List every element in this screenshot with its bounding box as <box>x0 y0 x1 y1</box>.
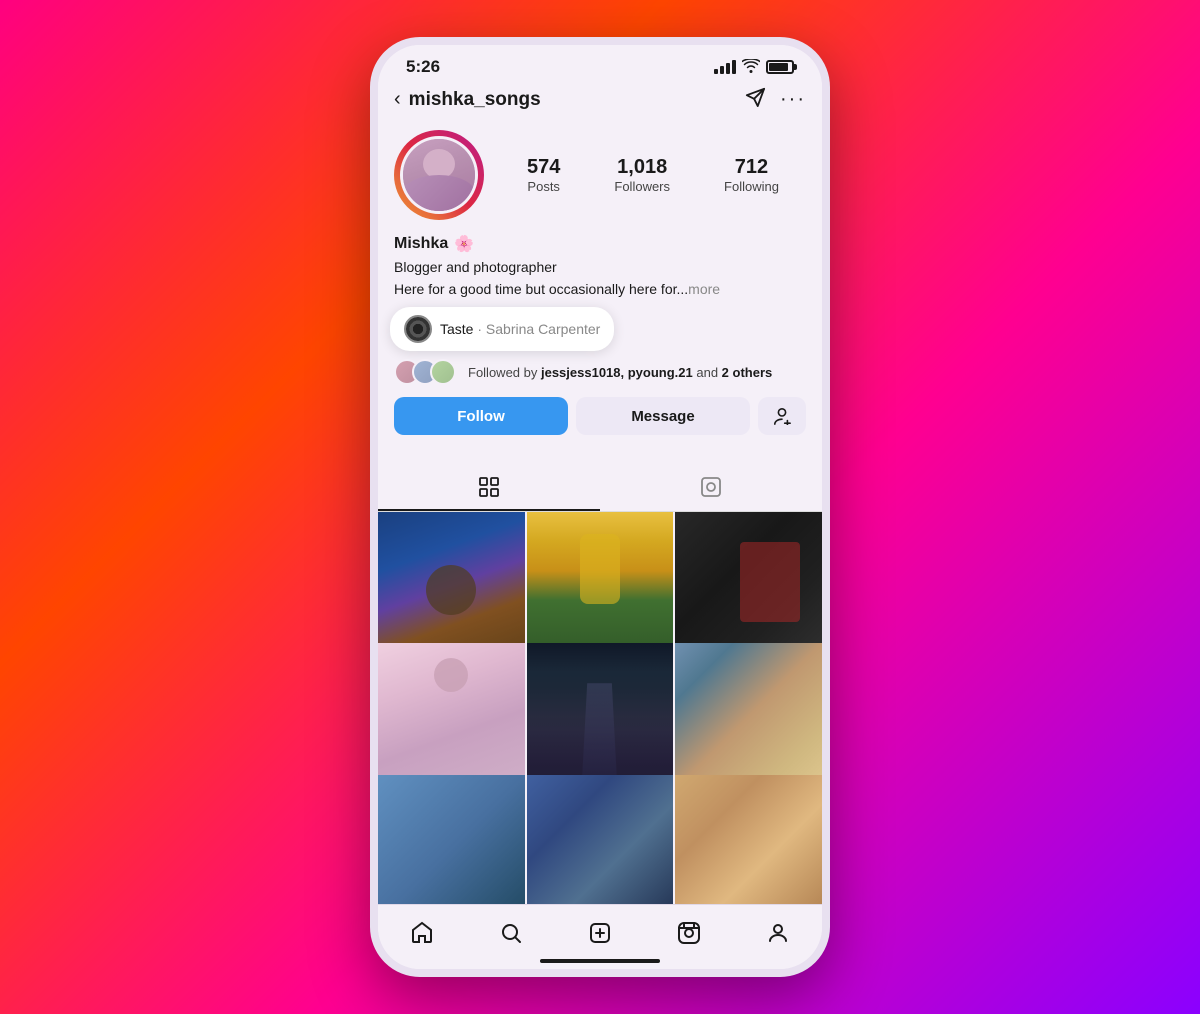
header-left: ‹ mishka_songs <box>394 88 541 111</box>
profile-username: mishka_songs <box>409 89 541 111</box>
posts-stat[interactable]: 574 Posts <box>527 156 560 194</box>
music-separator: · <box>477 321 486 337</box>
grid-cell-6[interactable] <box>675 643 822 790</box>
bio-line2: Here for a good time but occasionally he… <box>394 280 806 300</box>
message-button[interactable]: Message <box>576 397 750 435</box>
avatar-ring <box>394 130 484 220</box>
profile-icon <box>766 921 790 945</box>
grid-cell-8[interactable] <box>527 775 674 904</box>
battery-icon <box>766 60 794 74</box>
direct-message-icon[interactable] <box>744 87 766 112</box>
home-icon <box>410 921 434 945</box>
follow-button[interactable]: Follow <box>394 397 568 435</box>
signal-bars-icon <box>714 60 736 74</box>
avatar-body <box>403 175 475 211</box>
grid-icon <box>477 475 501 499</box>
more-options-icon[interactable]: ··· <box>780 88 806 111</box>
followed-by: Followed by jessjess1018, pyoung.21 and … <box>394 359 806 385</box>
avatar <box>400 136 478 214</box>
follower-avatar-3 <box>430 359 456 385</box>
music-title: Taste · Sabrina Carpenter <box>440 321 600 337</box>
music-artist: Sabrina Carpenter <box>486 321 600 337</box>
tab-grid[interactable] <box>378 463 600 511</box>
status-bar: 5:26 <box>378 45 822 83</box>
following-label: Following <box>724 179 779 194</box>
grid-cell-1[interactable] <box>378 512 525 659</box>
create-icon <box>588 921 612 945</box>
music-tooltip[interactable]: Taste · Sabrina Carpenter <box>390 307 614 351</box>
follower-avatars <box>394 359 448 385</box>
stats-row: 574 Posts 1,018 Followers 712 Following <box>500 156 806 194</box>
search-icon <box>499 921 523 945</box>
photo-grid <box>378 512 822 904</box>
grid-cell-3[interactable] <box>675 512 822 659</box>
signal-bar-2 <box>720 66 724 74</box>
grid-cell-4[interactable] <box>378 643 525 790</box>
profile-name-row: Mishka 🌸 <box>394 234 806 254</box>
nav-home[interactable] <box>400 913 444 953</box>
wifi-icon <box>742 59 760 76</box>
battery-fill <box>769 63 788 71</box>
nav-create[interactable] <box>578 913 622 953</box>
nav-profile[interactable] <box>756 913 800 953</box>
profile-info-row: 574 Posts 1,018 Followers 712 Following <box>394 130 806 220</box>
phone-frame: 5:26 ‹ mishka_ <box>370 37 830 977</box>
profile-section: 574 Posts 1,018 Followers 712 Following … <box>378 122 822 463</box>
others-count[interactable]: 2 others <box>722 365 773 380</box>
add-user-button[interactable] <box>758 397 806 435</box>
followers-label: Followers <box>614 179 670 194</box>
home-bar <box>540 959 660 963</box>
action-buttons: Follow Message <box>394 397 806 435</box>
nav-reels[interactable] <box>667 913 711 953</box>
reels-icon <box>677 921 701 945</box>
verified-badge: 🌸 <box>454 234 474 254</box>
signal-bar-4 <box>732 60 736 74</box>
tabs-row <box>378 463 822 512</box>
grid-cell-7[interactable] <box>378 775 525 904</box>
followers-count: 1,018 <box>614 156 670 179</box>
tagged-icon <box>699 475 723 499</box>
followed-by-text: Followed by jessjess1018, pyoung.21 and … <box>468 365 772 380</box>
status-icons <box>714 59 794 76</box>
status-time: 5:26 <box>406 57 440 77</box>
following-stat[interactable]: 712 Following <box>724 156 779 194</box>
avatar-container[interactable] <box>394 130 484 220</box>
vinyl-icon <box>404 315 432 343</box>
grid-cell-2[interactable] <box>527 512 674 659</box>
nav-search[interactable] <box>489 913 533 953</box>
grid-cell-5[interactable] <box>527 643 674 790</box>
signal-bar-1 <box>714 69 718 74</box>
bio-line1: Blogger and photographer <box>394 258 806 278</box>
grid-cell-9[interactable] <box>675 775 822 904</box>
posts-count: 574 <box>527 156 560 179</box>
followers-stat[interactable]: 1,018 Followers <box>614 156 670 194</box>
posts-label: Posts <box>527 179 560 194</box>
follower-names[interactable]: jessjess1018, pyoung.21 <box>541 365 693 380</box>
header-right: ··· <box>744 87 806 112</box>
tab-tagged[interactable] <box>600 463 822 511</box>
header: ‹ mishka_songs ··· <box>378 83 822 122</box>
bio-more[interactable]: more <box>688 281 720 297</box>
signal-bar-3 <box>726 63 730 74</box>
profile-name: Mishka <box>394 235 448 253</box>
back-button[interactable]: ‹ <box>394 88 401 111</box>
following-count: 712 <box>724 156 779 179</box>
